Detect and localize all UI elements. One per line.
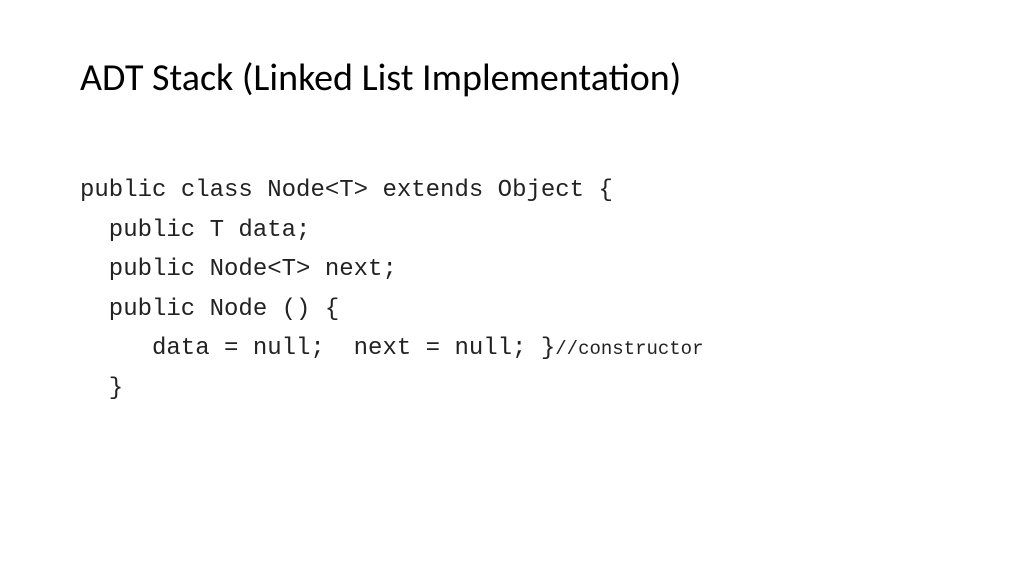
code-line-5a: data = null; next = null; } bbox=[152, 335, 555, 362]
code-comment: //constructor bbox=[555, 338, 703, 360]
code-line-3: public Node<T> next; bbox=[80, 250, 944, 290]
code-line-4: public Node () { bbox=[80, 290, 944, 330]
code-line-1: public class Node<T> extends Object { bbox=[80, 171, 944, 211]
code-line-5: data = null; next = null; }//constructor bbox=[80, 329, 944, 369]
slide-title: ADT Stack (Linked List Implementation) bbox=[80, 55, 944, 101]
code-line-2: public T data; bbox=[80, 211, 944, 251]
code-line-6: } bbox=[80, 369, 944, 409]
code-block: public class Node<T> extends Object { pu… bbox=[80, 171, 944, 409]
